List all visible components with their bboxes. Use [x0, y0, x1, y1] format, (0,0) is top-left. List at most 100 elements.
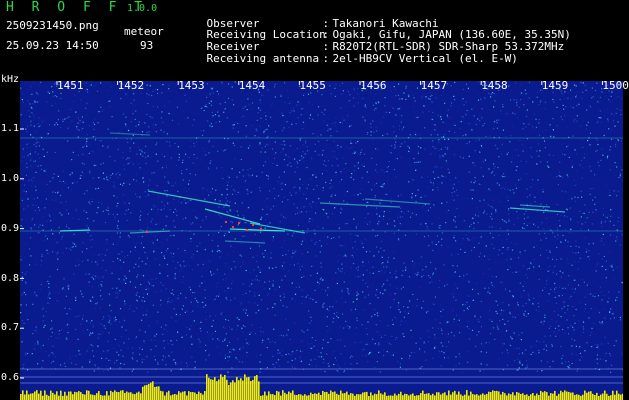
noise-speck [55, 285, 57, 287]
noise-speck [620, 109, 622, 111]
noise-speck [561, 119, 563, 121]
histogram-bar [430, 395, 432, 400]
noise-speck [75, 328, 77, 330]
noise-speck [380, 122, 382, 124]
noise-speck [490, 213, 493, 215]
noise-speck [312, 201, 314, 203]
noise-speck [343, 245, 345, 247]
noise-speck [38, 117, 40, 119]
noise-speck [600, 159, 602, 161]
noise-speck [214, 330, 217, 332]
noise-speck [415, 134, 417, 136]
noise-speck [600, 221, 603, 223]
noise-speck [316, 272, 318, 274]
noise-speck [613, 345, 615, 347]
noise-speck [299, 269, 301, 271]
noise-speck [460, 248, 462, 250]
noise-speck [140, 92, 142, 94]
noise-speck [576, 120, 578, 122]
noise-speck [116, 359, 118, 361]
noise-speck [578, 301, 580, 303]
noise-speck [459, 356, 461, 358]
histogram-bar [280, 395, 282, 400]
noise-speck [620, 140, 623, 142]
noise-speck [69, 108, 72, 110]
noise-speck [443, 357, 446, 359]
noise-speck [106, 178, 108, 180]
noise-speck [280, 181, 282, 183]
noise-speck [573, 291, 576, 293]
histogram-bar [486, 393, 488, 400]
noise-speck [201, 282, 203, 284]
noise-speck [342, 90, 344, 92]
noise-speck [214, 315, 217, 317]
histogram-bar [412, 393, 414, 400]
noise-speck [31, 112, 33, 114]
noise-speck [453, 235, 455, 237]
noise-speck [615, 143, 617, 145]
noise-speck [526, 188, 528, 190]
noise-speck [551, 343, 553, 346]
noise-speck [340, 146, 342, 148]
noise-speck [147, 155, 149, 157]
noise-speck [266, 206, 268, 208]
noise-speck [34, 343, 36, 345]
noise-speck [556, 176, 558, 178]
noise-speck [124, 304, 126, 306]
noise-speck [168, 90, 171, 92]
noise-speck [344, 135, 346, 138]
noise-speck [616, 166, 618, 168]
noise-speck [333, 140, 335, 142]
noise-speck [507, 320, 509, 322]
noise-speck [131, 357, 133, 359]
time-tick-label: 1453 [178, 79, 205, 92]
noise-speck [536, 244, 538, 247]
noise-speck [326, 353, 328, 355]
noise-speck [376, 288, 378, 291]
noise-speck [474, 237, 476, 239]
noise-speck [452, 187, 454, 189]
noise-speck [259, 231, 262, 233]
noise-speck [52, 91, 54, 93]
noise-speck [152, 105, 154, 108]
noise-speck [549, 124, 551, 126]
noise-speck [376, 213, 378, 215]
noise-speck [601, 148, 603, 150]
noise-speck [290, 299, 292, 301]
noise-speck [92, 274, 94, 276]
noise-speck [176, 106, 178, 108]
noise-speck [202, 219, 204, 221]
noise-speck [293, 252, 295, 254]
noise-speck [355, 227, 358, 229]
noise-speck [42, 320, 44, 322]
noise-speck [380, 270, 382, 272]
noise-speck [43, 119, 45, 121]
noise-speck [141, 260, 143, 262]
noise-speck [128, 308, 130, 310]
noise-speck [533, 113, 535, 115]
noise-speck [600, 240, 602, 242]
noise-speck [596, 82, 598, 84]
noise-speck [165, 215, 167, 217]
noise-speck [29, 153, 31, 155]
noise-speck [259, 271, 261, 273]
noise-speck [427, 186, 429, 188]
noise-speck [496, 119, 498, 121]
noise-speck [536, 150, 538, 152]
noise-speck [92, 136, 94, 138]
noise-speck [94, 118, 96, 120]
noise-speck [328, 212, 330, 214]
noise-speck [578, 320, 580, 322]
antenna-row: Receiving antenna:2el-HB9CV Vertical (el… [180, 41, 518, 77]
noise-speck [562, 287, 564, 289]
noise-speck [249, 272, 251, 274]
noise-speck [357, 266, 359, 268]
noise-speck [110, 310, 112, 312]
noise-speck [180, 292, 182, 294]
noise-speck [592, 295, 594, 297]
noise-speck [367, 361, 369, 363]
noise-speck [361, 177, 363, 179]
noise-speck [476, 334, 478, 336]
noise-speck [231, 282, 233, 285]
noise-speck [604, 308, 606, 310]
